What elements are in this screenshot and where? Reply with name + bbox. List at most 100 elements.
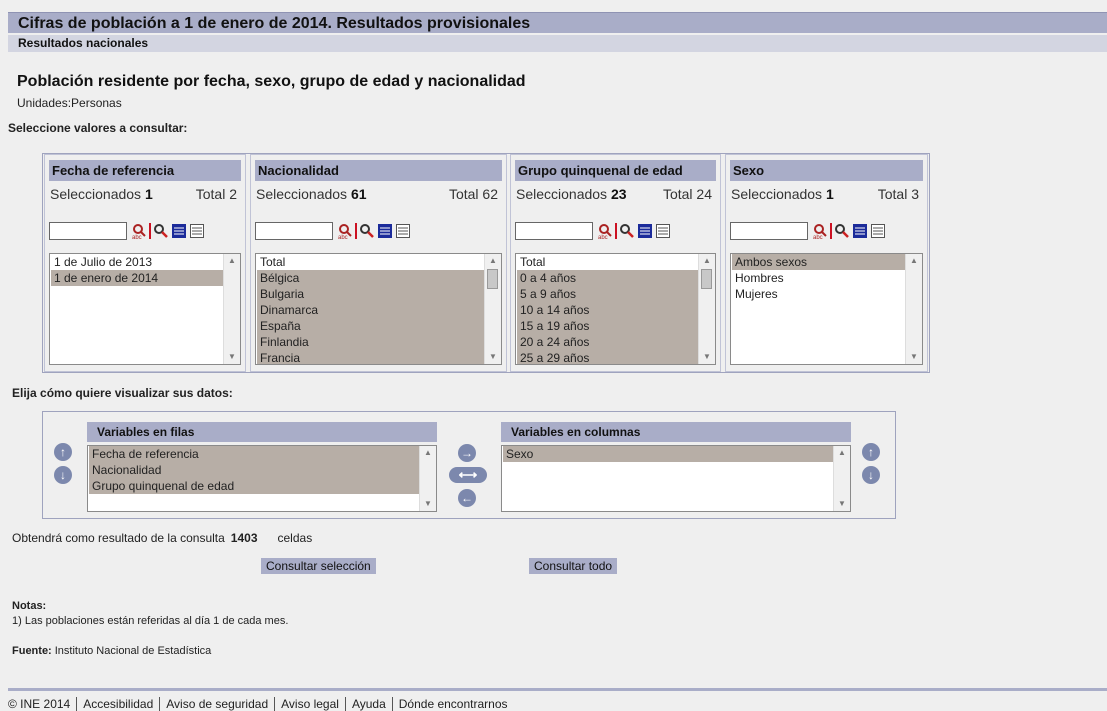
scroll-up-icon[interactable]: ▲ bbox=[906, 254, 922, 268]
rows-listbox[interactable]: Fecha de referencia Nacionalidad Grupo qui… bbox=[87, 445, 437, 512]
consult-selection-button[interactable]: Consultar selección bbox=[261, 558, 376, 574]
filter-input[interactable] bbox=[515, 222, 593, 240]
select-all-icon[interactable] bbox=[171, 223, 187, 239]
list-item[interactable]: España bbox=[257, 318, 484, 334]
selected-label: Seleccionados bbox=[50, 186, 142, 202]
svg-text:abc: abc bbox=[813, 235, 823, 239]
total-count: Total 62 bbox=[449, 186, 498, 202]
consult-all-button[interactable]: Consultar todo bbox=[529, 558, 618, 574]
select-by-pattern-icon[interactable]: abc bbox=[337, 223, 353, 239]
select-prompt: Seleccione valores a consultar: bbox=[8, 121, 188, 135]
values-listbox[interactable]: 1 de Julio de 2013 1 de enero de 2014 ▲ ▼ bbox=[49, 253, 241, 365]
selected-value: 23 bbox=[607, 186, 627, 202]
scroll-up-icon[interactable]: ▲ bbox=[420, 446, 436, 460]
total-label: Total bbox=[448, 186, 483, 202]
list-item[interactable]: Dinamarca bbox=[257, 302, 484, 318]
list-item[interactable]: Mujeres bbox=[732, 286, 905, 302]
list-item[interactable]: Hombres bbox=[732, 270, 905, 286]
select-all-icon[interactable] bbox=[637, 223, 653, 239]
list-item[interactable]: 5 a 9 años bbox=[517, 286, 698, 302]
filter-input[interactable] bbox=[49, 222, 127, 240]
cols-panel-title: Variables en columnas bbox=[501, 422, 851, 442]
values-scrollbar[interactable]: ▲ ▼ bbox=[223, 254, 240, 364]
search-icon[interactable] bbox=[359, 223, 375, 239]
values-listbox[interactable]: Total 0 a 4 años 5 a 9 años 10 a 14 años 15 … bbox=[515, 253, 716, 365]
values-listbox[interactable]: Ambos sexos Hombres Mujeres ▲ ▼ bbox=[730, 253, 923, 365]
total-count: Total 2 bbox=[196, 186, 237, 202]
rows-scrollbar[interactable]: ▲ ▼ bbox=[419, 446, 436, 511]
list-item[interactable]: 25 a 29 años bbox=[517, 350, 698, 364]
swap-arrows-icon[interactable]: ⟷ bbox=[449, 467, 487, 483]
scroll-down-icon[interactable]: ▼ bbox=[420, 497, 436, 511]
move-left-arrow-icon[interactable]: ← bbox=[458, 489, 476, 507]
select-all-icon[interactable] bbox=[377, 223, 393, 239]
scroll-down-icon[interactable]: ▼ bbox=[224, 350, 240, 364]
list-item[interactable]: 1 de Julio de 2013 bbox=[51, 254, 223, 270]
list-item[interactable]: Francia bbox=[257, 350, 484, 364]
search-icon[interactable] bbox=[834, 223, 850, 239]
values-list: 1 de Julio de 2013 1 de enero de 2014 bbox=[51, 254, 223, 286]
values-scrollbar[interactable]: ▲ ▼ bbox=[484, 254, 501, 364]
list-item[interactable]: 0 a 4 años bbox=[517, 270, 698, 286]
scroll-up-icon[interactable]: ▲ bbox=[224, 254, 240, 268]
deselect-all-icon[interactable] bbox=[189, 223, 205, 239]
select-by-pattern-icon[interactable]: abc bbox=[131, 223, 147, 239]
cols-listbox[interactable]: Sexo ▲ ▼ bbox=[501, 445, 851, 512]
filter-input[interactable] bbox=[730, 222, 808, 240]
select-by-pattern-icon[interactable]: abc bbox=[597, 223, 613, 239]
note-1: 1) Las poblaciones están referidas al dí… bbox=[12, 615, 289, 627]
list-item[interactable]: 1 de enero de 2014 bbox=[51, 270, 223, 286]
svg-text:abc: abc bbox=[132, 235, 142, 239]
list-item[interactable]: Sexo bbox=[503, 446, 833, 462]
move-down-rows-icon[interactable]: ↓ bbox=[54, 466, 72, 484]
variable-column-sexo: Sexo Seleccionados 1 Total 3 abc Ambos sexos… bbox=[725, 154, 928, 372]
variable-column-nacionalidad: Nacionalidad Seleccionados 61 Total 62 abc T… bbox=[250, 154, 507, 372]
scroll-down-icon[interactable]: ▼ bbox=[834, 497, 850, 511]
filter-input[interactable] bbox=[255, 222, 333, 240]
list-item[interactable]: 15 a 19 años bbox=[517, 318, 698, 334]
footer-divider bbox=[8, 688, 1107, 691]
list-item[interactable]: Bélgica bbox=[257, 270, 484, 286]
deselect-all-icon[interactable] bbox=[395, 223, 411, 239]
list-item[interactable]: Total bbox=[257, 254, 484, 270]
scroll-down-icon[interactable]: ▼ bbox=[906, 350, 922, 364]
cols-scrollbar[interactable]: ▲ ▼ bbox=[833, 446, 850, 511]
list-item[interactable]: Grupo quinquenal de edad bbox=[89, 478, 419, 494]
search-icon[interactable] bbox=[153, 223, 169, 239]
move-up-cols-icon[interactable]: ↑ bbox=[862, 443, 880, 461]
list-item[interactable]: Nacionalidad bbox=[89, 462, 419, 478]
svg-text:abc: abc bbox=[338, 235, 348, 239]
move-right-arrow-icon[interactable]: → bbox=[458, 444, 476, 462]
list-item[interactable]: Ambos sexos bbox=[732, 254, 905, 270]
list-item[interactable]: 10 a 14 años bbox=[517, 302, 698, 318]
selected-count: Seleccionados 1 bbox=[731, 186, 834, 202]
tool-separator bbox=[615, 223, 617, 239]
total-count: Total 3 bbox=[878, 186, 919, 202]
search-icon[interactable] bbox=[619, 223, 635, 239]
units-label: Unidades:Personas bbox=[17, 96, 122, 110]
values-listbox[interactable]: Total Bélgica Bulgaria Dinamarca España Finla… bbox=[255, 253, 502, 365]
list-item[interactable]: 20 a 24 años bbox=[517, 334, 698, 350]
scroll-down-icon[interactable]: ▼ bbox=[699, 350, 715, 364]
svg-text:abc: abc bbox=[598, 235, 608, 239]
move-down-cols-icon[interactable]: ↓ bbox=[862, 466, 880, 484]
total-value: 2 bbox=[229, 186, 237, 202]
move-up-rows-icon[interactable]: ↑ bbox=[54, 443, 72, 461]
select-all-icon[interactable] bbox=[852, 223, 868, 239]
scroll-up-icon[interactable]: ▲ bbox=[699, 254, 715, 268]
list-item[interactable]: Fecha de referencia bbox=[89, 446, 419, 462]
scroll-thumb[interactable] bbox=[701, 269, 712, 289]
select-by-pattern-icon[interactable]: abc bbox=[812, 223, 828, 239]
scroll-up-icon[interactable]: ▲ bbox=[485, 254, 501, 268]
source-line: Fuente: Instituto Nacional de Estadística bbox=[12, 645, 211, 657]
values-scrollbar[interactable]: ▲ ▼ bbox=[698, 254, 715, 364]
deselect-all-icon[interactable] bbox=[870, 223, 886, 239]
scroll-thumb[interactable] bbox=[487, 269, 498, 289]
list-item[interactable]: Total bbox=[517, 254, 698, 270]
scroll-up-icon[interactable]: ▲ bbox=[834, 446, 850, 460]
values-scrollbar[interactable]: ▲ ▼ bbox=[905, 254, 922, 364]
deselect-all-icon[interactable] bbox=[655, 223, 671, 239]
list-item[interactable]: Finlandia bbox=[257, 334, 484, 350]
list-item[interactable]: Bulgaria bbox=[257, 286, 484, 302]
scroll-down-icon[interactable]: ▼ bbox=[485, 350, 501, 364]
